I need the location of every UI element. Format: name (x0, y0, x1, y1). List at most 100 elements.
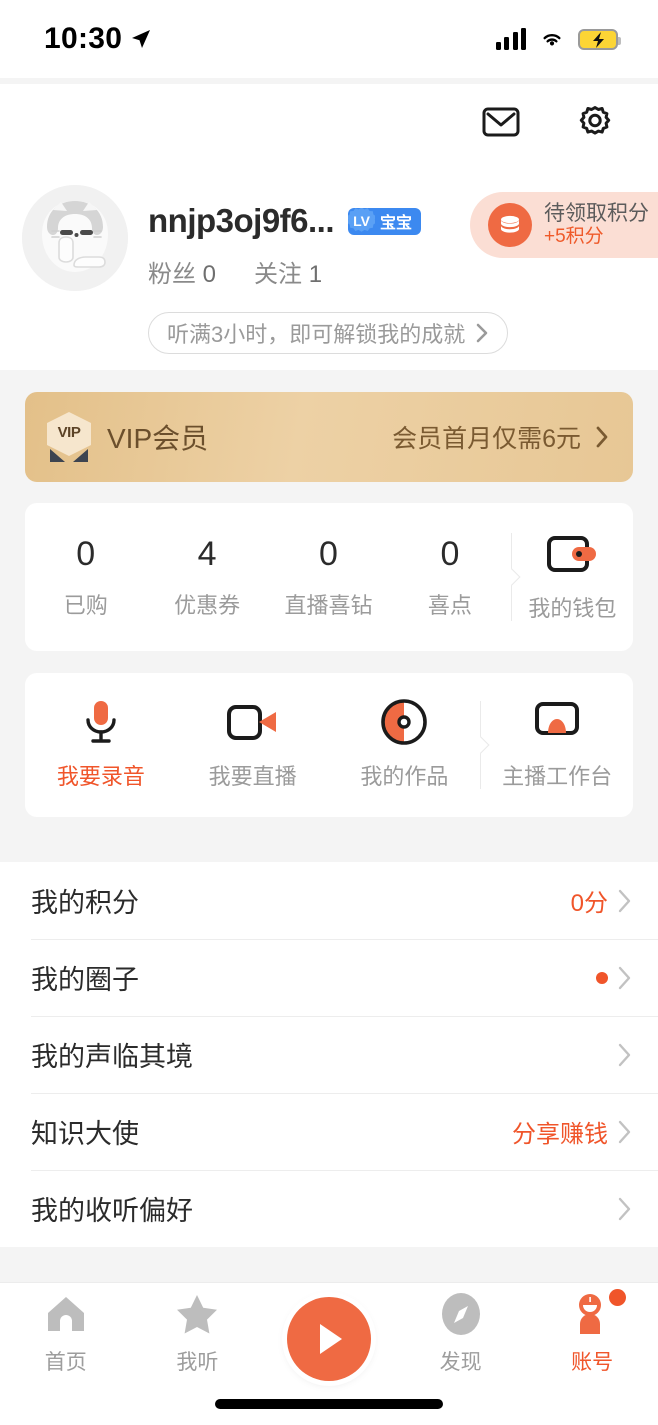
status-bar-right (495, 28, 621, 50)
menu-row-knowledge-ambassador[interactable]: 知识大使 分享赚钱 (0, 1093, 658, 1170)
vip-title: VIP会员 (107, 423, 209, 454)
following-label: 关注 (254, 261, 303, 288)
follow-stats: 粉丝 0 关注 1 (148, 254, 322, 289)
stat-value: 0 (76, 534, 96, 573)
stat-value: 0 (319, 534, 338, 573)
stat-label: 直播喜钻 (284, 592, 373, 618)
username: nnjp3oj9f6... (148, 202, 335, 239)
pending-points-title: 待领取积分 (544, 202, 649, 225)
pending-points-text: 待领取积分 +5积分 (544, 202, 649, 248)
microphone-icon (80, 699, 122, 745)
menu-row-title: 我的积分 (31, 888, 139, 918)
battery-charging-icon (578, 28, 621, 50)
menu-row-voice-acting[interactable]: 我的声临其境 (0, 1016, 658, 1093)
page-header (0, 84, 658, 160)
action-label: 主播工作台 (502, 764, 613, 789)
stats-card: 0 已购 4 优惠券 0 直播喜钻 0 喜点 我的钱包 (25, 503, 633, 651)
list-end-spacer (0, 1247, 658, 1283)
tab-bar: 首页 我听 发现 账号 (0, 1282, 658, 1425)
coin-stack-icon (488, 203, 532, 247)
achievement-pill[interactable]: 听满3小时，即可解锁我的成就 (148, 312, 509, 354)
vip-badge-text: VIP (57, 423, 81, 441)
stat-cell[interactable]: 0 喜点 (389, 535, 510, 620)
menu-row-listening-preference[interactable]: 我的收听偏好 (0, 1170, 658, 1247)
star-icon (175, 1291, 219, 1337)
profile-section: nnjp3oj9f6... LV 宝宝 粉丝 0 关注 1 听满3小时，即可解锁… (0, 160, 658, 370)
following-stat[interactable]: 关注 1 (254, 254, 322, 289)
monitor-icon (531, 699, 583, 745)
tab-listen[interactable]: 我听 (132, 1283, 264, 1383)
menu-row-title: 我的收听偏好 (31, 1196, 193, 1226)
action-record[interactable]: 我要录音 (25, 699, 177, 791)
home-indicator (215, 1399, 443, 1409)
stat-label: 已购 (63, 592, 108, 618)
app-screen: 10:30 nnjp3oj9f6... LV 宝宝 粉丝 0 关注 1 听满3小… (0, 0, 658, 1425)
chevron-right-icon (476, 323, 488, 343)
following-count: 1 (308, 261, 323, 288)
play-button[interactable] (287, 1297, 371, 1381)
stat-cell[interactable]: 0 已购 (25, 535, 146, 620)
mail-icon[interactable] (480, 101, 522, 143)
wifi-icon (543, 34, 561, 46)
chevron-right-icon (618, 889, 631, 912)
level-badge-label: 宝宝 (380, 215, 413, 232)
pending-points-badge[interactable]: 待领取积分 +5积分 (470, 192, 658, 258)
tab-label: 首页 (44, 1350, 87, 1374)
menu-row-right: 分享赚钱 (512, 1114, 632, 1149)
menu-row-my-points[interactable]: 我的积分 0分 (0, 862, 658, 939)
menu-list: 我的积分 0分 我的圈子 我的声临其境 知识大使 分享赚钱 我的收听偏好 (0, 862, 658, 1247)
account-icon (570, 1288, 627, 1337)
level-badge-lv: LV (348, 207, 376, 232)
status-bar: 10:30 (0, 0, 658, 78)
username-row: nnjp3oj9f6... LV 宝宝 (148, 202, 422, 240)
avatar[interactable] (22, 185, 128, 291)
action-studio[interactable]: 主播工作台 (481, 699, 633, 791)
action-label: 我要直播 (208, 764, 297, 789)
menu-row-right: 0分 (571, 883, 632, 918)
menu-row-my-circle[interactable]: 我的圈子 (0, 939, 658, 1016)
tab-label: 发现 (439, 1350, 482, 1374)
menu-row-value: 分享赚钱 (512, 1121, 608, 1148)
vip-cta-text: 会员首月仅需6元 (392, 425, 581, 453)
tab-account[interactable]: 账号 (526, 1283, 658, 1383)
wallet-cell[interactable]: 我的钱包 (512, 531, 633, 623)
menu-row-right (616, 1042, 632, 1068)
level-badge[interactable]: LV 宝宝 (348, 207, 422, 235)
tab-notification-dot (609, 1288, 627, 1306)
cellular-signal-icon (495, 28, 526, 50)
wallet-label: 我的钱包 (528, 596, 617, 621)
stat-value: 0 (440, 534, 460, 573)
menu-row-right (596, 965, 632, 991)
action-live[interactable]: 我要直播 (177, 699, 329, 791)
action-label: 我的作品 (360, 764, 449, 789)
pending-points-subtitle: +5积分 (544, 226, 604, 248)
stat-cell[interactable]: 4 优惠券 (146, 535, 267, 620)
menu-row-value: 0分 (570, 890, 608, 917)
gear-icon[interactable] (574, 101, 616, 143)
followers-count: 0 (202, 261, 217, 288)
stat-value: 4 (197, 534, 217, 573)
tab-discover[interactable]: 发现 (395, 1283, 527, 1383)
play-icon (320, 1324, 342, 1354)
location-arrow-icon (132, 30, 151, 48)
card-divider (510, 533, 512, 621)
stat-label: 喜点 (427, 592, 472, 618)
disc-icon (381, 699, 428, 745)
compass-icon (439, 1291, 483, 1337)
tab-home[interactable]: 首页 (0, 1283, 132, 1383)
actions-card: 我要录音 我要直播 我的作品 主播工作台 (25, 673, 633, 817)
chevron-right-icon (618, 966, 631, 989)
vip-banner[interactable]: VIP VIP会员 会员首月仅需6元 (25, 392, 633, 482)
status-bar-time: 10:30 (44, 22, 123, 55)
achievement-text: 听满3小时，即可解锁我的成就 (167, 322, 466, 347)
action-works[interactable]: 我的作品 (329, 699, 481, 791)
status-bar-left: 10:30 (44, 22, 151, 56)
chevron-right-icon (618, 1043, 631, 1066)
video-camera-icon (226, 699, 280, 745)
home-icon (44, 1291, 88, 1337)
tab-label: 账号 (571, 1350, 614, 1374)
stat-cell[interactable]: 0 直播喜钻 (268, 535, 389, 620)
action-label: 我要录音 (56, 764, 145, 789)
followers-stat[interactable]: 粉丝 0 (148, 254, 216, 289)
menu-row-title: 我的声临其境 (31, 1042, 193, 1072)
